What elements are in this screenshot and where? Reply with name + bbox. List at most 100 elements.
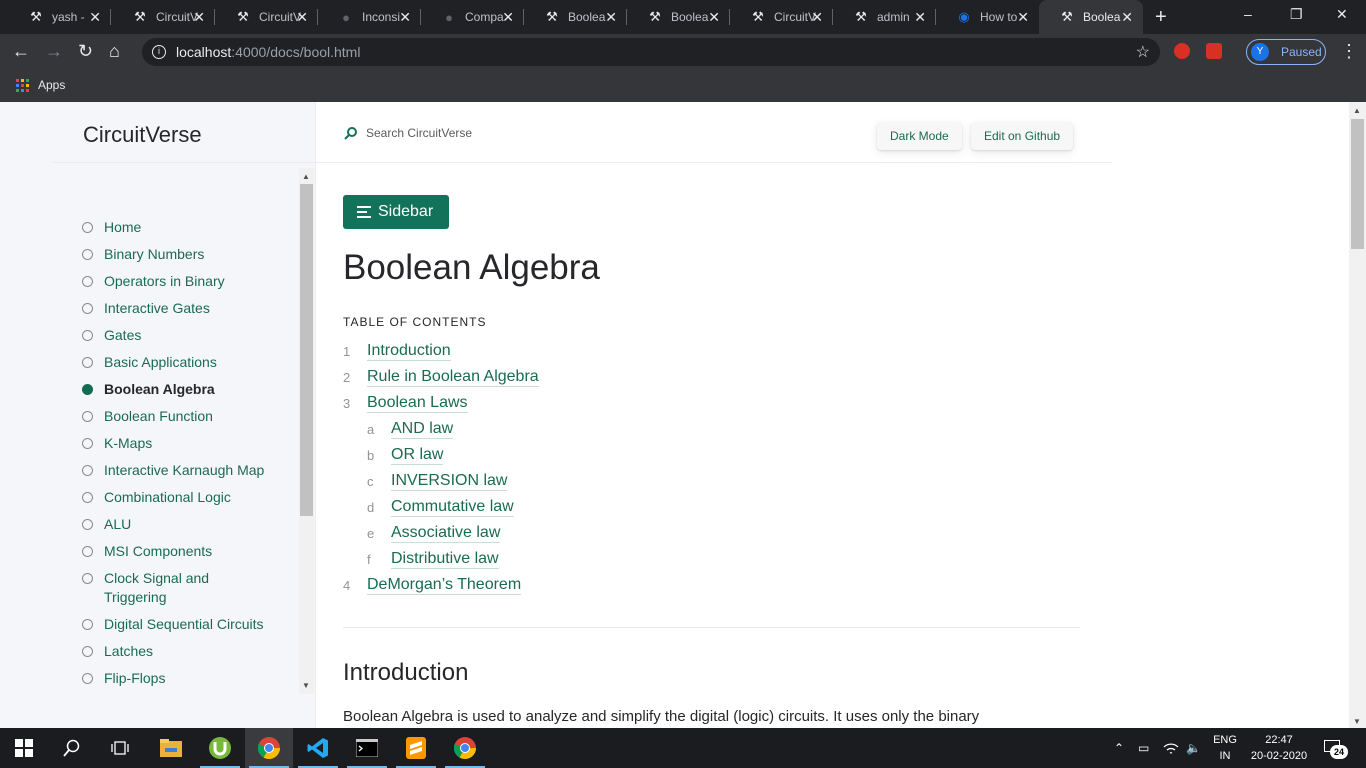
sidebar-item[interactable]: Boolean Function <box>82 407 282 426</box>
scroll-up-icon[interactable]: ▲ <box>302 172 310 181</box>
search-box[interactable]: Search CircuitVerse <box>344 126 472 140</box>
sidebar-item[interactable]: Combinational Logic <box>82 488 282 507</box>
sidebar-item[interactable]: Digital Sequential Circuits <box>82 615 282 634</box>
utorrent-button[interactable] <box>196 728 244 768</box>
close-tab-icon[interactable]: ✕ <box>708 10 720 24</box>
browser-tab[interactable]: ⚒ Boolea ✕ <box>1039 0 1143 34</box>
close-tab-icon[interactable]: ✕ <box>811 10 823 24</box>
toc-link[interactable]: Distributive law <box>391 550 499 569</box>
file-explorer-button[interactable] <box>147 728 195 768</box>
sidebar-item[interactable]: Binary Numbers <box>82 245 282 264</box>
dark-mode-button[interactable]: Dark Mode <box>877 122 962 150</box>
chrome-taskbar-button[interactable] <box>245 728 293 768</box>
close-window-icon[interactable]: ✕ <box>1336 6 1348 23</box>
new-tab-icon[interactable]: + <box>1155 6 1167 29</box>
close-tab-icon[interactable]: ✕ <box>193 10 205 24</box>
toc-link[interactable]: AND law <box>391 420 454 439</box>
close-tab-icon[interactable]: ✕ <box>89 10 101 24</box>
scrollbar-thumb[interactable] <box>300 184 313 516</box>
sidebar-item[interactable]: Clock Signal and Triggering <box>82 569 282 607</box>
sidebar-item[interactable]: K-Maps <box>82 434 282 453</box>
sidebar-item[interactable]: Flip-Flops <box>82 669 282 688</box>
sidebar-item[interactable]: Operators in Binary <box>82 272 282 291</box>
battery-tray[interactable]: ▭ <box>1138 728 1149 768</box>
sidebar-item[interactable]: ALU <box>82 515 282 534</box>
sidebar-item[interactable]: Interactive Gates <box>82 299 282 318</box>
browser-tab[interactable]: ● Compa ✕ <box>421 0 524 34</box>
page-scrollbar[interactable]: ▲ ▼ <box>1349 102 1366 728</box>
info-icon[interactable]: i <box>152 45 166 59</box>
close-tab-icon[interactable]: ✕ <box>605 10 617 24</box>
close-tab-icon[interactable]: ✕ <box>296 10 308 24</box>
taskbar-search-button[interactable] <box>48 728 96 768</box>
close-tab-icon[interactable]: ✕ <box>502 10 514 24</box>
restore-icon[interactable]: ❐ <box>1290 6 1303 23</box>
profile-button[interactable]: Y Paused <box>1246 39 1326 65</box>
browser-tab[interactable]: ⚒ Boolea ✕ <box>524 0 627 34</box>
browser-tab[interactable]: ⚒ Boolea ✕ <box>627 0 730 34</box>
sidebar-item[interactable]: Basic Applications <box>82 353 282 372</box>
scroll-down-icon[interactable]: ▼ <box>302 681 310 690</box>
close-tab-icon[interactable]: ✕ <box>1017 10 1029 24</box>
sidebar-toggle-button[interactable]: Sidebar <box>343 195 449 229</box>
sidebar-item[interactable]: Interactive Karnaugh Map <box>82 461 282 480</box>
forward-icon[interactable]: → <box>45 41 63 61</box>
browser-tab[interactable]: ◉ How to ✕ <box>936 0 1039 34</box>
site-brand[interactable]: CircuitVerse <box>83 122 202 148</box>
volume-tray[interactable]: 🔈 <box>1186 728 1201 768</box>
scroll-up-icon[interactable]: ▲ <box>1353 106 1361 115</box>
section-text: Boolean Algebra is used to analyze and s… <box>343 708 980 725</box>
toc-link[interactable]: Associative law <box>391 524 501 543</box>
close-tab-icon[interactable]: ✕ <box>1121 10 1133 24</box>
task-view-button[interactable] <box>96 728 144 768</box>
sidebar-item[interactable]: Latches <box>82 642 282 661</box>
system-clock[interactable]: 22:47 20-02-2020 <box>1244 732 1314 764</box>
language-indicator[interactable]: ENG IN <box>1210 732 1240 764</box>
browser-tab[interactable]: ⚒ CircuitV ✕ <box>215 0 318 34</box>
adblock-extension-icon[interactable] <box>1174 43 1190 59</box>
sidebar-item[interactable]: Gates <box>82 326 282 345</box>
terminal-button[interactable] <box>343 728 391 768</box>
browser-tab[interactable]: ⚒ CircuitV ✕ <box>730 0 833 34</box>
chrome-taskbar-button-2[interactable] <box>441 728 489 768</box>
wifi-tray[interactable] <box>1163 728 1179 768</box>
toc-link[interactable]: Introduction <box>367 342 451 361</box>
video-extension-icon[interactable] <box>1206 43 1222 59</box>
address-bar[interactable]: i localhost:4000/docs/bool.html ☆ <box>142 38 1160 66</box>
toc-link[interactable]: Boolean Laws <box>367 394 468 413</box>
sidebar-item-label: ALU <box>104 516 132 532</box>
toc-link[interactable]: Rule in Boolean Algebra <box>367 368 539 387</box>
action-center[interactable]: 24 <box>1324 728 1348 768</box>
vscode-button[interactable] <box>294 728 342 768</box>
toc-link[interactable]: Commutative law <box>391 498 514 517</box>
close-tab-icon[interactable]: ✕ <box>914 10 926 24</box>
sidebar-scrollbar[interactable]: ▲ ▼ <box>299 168 314 694</box>
scrollbar-thumb[interactable] <box>1351 119 1364 249</box>
toc-link[interactable]: DeMorgan’s Theorem <box>367 576 522 595</box>
start-button[interactable] <box>0 728 48 768</box>
edit-on-github-button[interactable]: Edit on Github <box>971 122 1074 150</box>
browser-tab[interactable]: ● Inconsi ✕ <box>318 0 421 34</box>
home-icon[interactable]: ⌂ <box>109 41 120 61</box>
menu-kebab-icon[interactable]: ⋮ <box>1340 41 1358 62</box>
toc-link[interactable]: INVERSION law <box>391 472 508 491</box>
bullet-icon <box>82 573 93 584</box>
browser-tab[interactable]: ⚒ CircuitV ✕ <box>112 0 215 34</box>
sidebar-item[interactable]: Home <box>82 218 282 237</box>
close-tab-icon[interactable]: ✕ <box>399 10 411 24</box>
sublime-button[interactable] <box>392 728 440 768</box>
search-input[interactable]: Search CircuitVerse <box>366 126 472 140</box>
sidebar-item-label: Interactive Gates <box>104 300 210 316</box>
show-hidden-icons[interactable]: ⌃ <box>1114 728 1124 768</box>
reload-icon[interactable]: ↻ <box>78 41 93 61</box>
bookmark-star-icon[interactable]: ☆ <box>1136 42 1150 62</box>
minimize-icon[interactable]: – <box>1244 6 1252 22</box>
apps-bookmark[interactable]: Apps <box>16 78 65 92</box>
scroll-down-icon[interactable]: ▼ <box>1353 717 1361 726</box>
sidebar-item[interactable]: MSI Components <box>82 542 282 561</box>
back-icon[interactable]: ← <box>12 41 30 61</box>
sidebar-item[interactable]: Boolean Algebra <box>82 380 282 399</box>
browser-tab[interactable]: ⚒ admin ✕ <box>833 0 936 34</box>
browser-tab[interactable]: ⚒ yash - ✕ <box>8 0 111 34</box>
toc-link[interactable]: OR law <box>391 446 444 465</box>
